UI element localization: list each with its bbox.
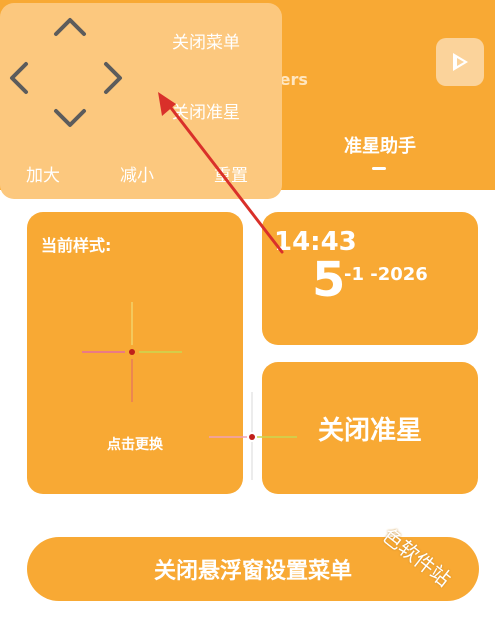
annotation-arrow (158, 92, 284, 254)
